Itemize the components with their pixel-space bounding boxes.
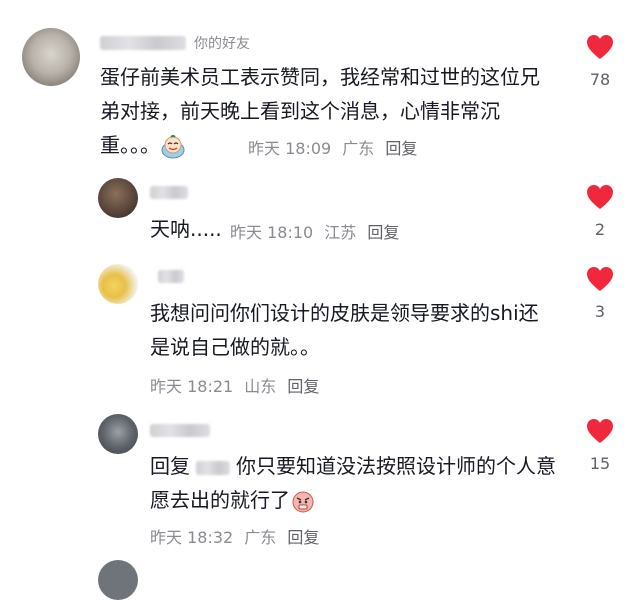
angry-face-emoji [292,491,314,512]
reply-meta: 昨天 18:10 江苏 回复 [230,219,405,243]
username-blurred[interactable] [150,424,210,437]
reply-time: 昨天 18:32 [150,528,234,547]
like-button[interactable]: 78 [570,34,630,89]
heart-icon[interactable] [586,266,614,292]
reply-text: 回复 你只要知道没法按照设计师的个人意愿去出的就行了 [150,449,570,517]
avatar[interactable] [98,264,138,304]
reply-location: 江苏 [324,223,357,242]
reply-location: 广东 [244,528,277,547]
like-button[interactable]: 2 [570,184,630,239]
comment-meta: 昨天 18:09 广东 回复 [248,135,423,159]
like-count: 78 [589,70,611,89]
mentioned-user-blurred[interactable] [196,460,230,475]
reply-prefix: 回复 [150,454,190,478]
reply-time: 昨天 18:21 [150,377,234,396]
username-blurred[interactable] [158,270,184,283]
heart-icon[interactable] [586,418,614,444]
reply-text: 天呐..... [150,212,222,246]
comment-time: 昨天 18:09 [248,139,332,158]
heart-icon[interactable] [586,34,614,60]
reply-button[interactable]: 回复 [367,223,399,242]
username-blurred[interactable] [150,186,188,199]
like-button[interactable]: 15 [570,418,630,473]
reply-time: 昨天 18:10 [230,223,314,242]
avatar[interactable] [98,178,138,218]
like-count: 2 [594,220,606,239]
avatar[interactable] [98,560,138,600]
username-blurred[interactable] [100,36,186,50]
avatar[interactable] [98,414,138,454]
reply-body: 天呐..... [150,217,222,241]
like-button[interactable]: 3 [570,266,630,321]
reply-button[interactable]: 回复 [385,139,417,158]
reply-meta: 昨天 18:21 山东 回复 [150,373,325,397]
like-count: 3 [594,302,606,321]
reply-location: 山东 [244,377,277,396]
reply-text: 我想问问你们设计的皮肤是领导要求的shi还是说自己做的就。。 [150,296,550,364]
reply-body: 我想问问你们设计的皮肤是领导要求的shi还是说自己做的就。。 [150,301,539,359]
heart-icon[interactable] [586,184,614,210]
comment-location: 广东 [342,139,375,158]
friend-tag: 你的好友 [194,36,250,52]
avatar[interactable] [22,28,80,86]
reply-meta: 昨天 18:32 广东 回复 [150,524,325,548]
like-count: 15 [589,454,611,473]
reply-button[interactable]: 回复 [287,528,319,547]
reply-button[interactable]: 回复 [287,377,319,396]
crying-face-emoji [161,134,185,158]
